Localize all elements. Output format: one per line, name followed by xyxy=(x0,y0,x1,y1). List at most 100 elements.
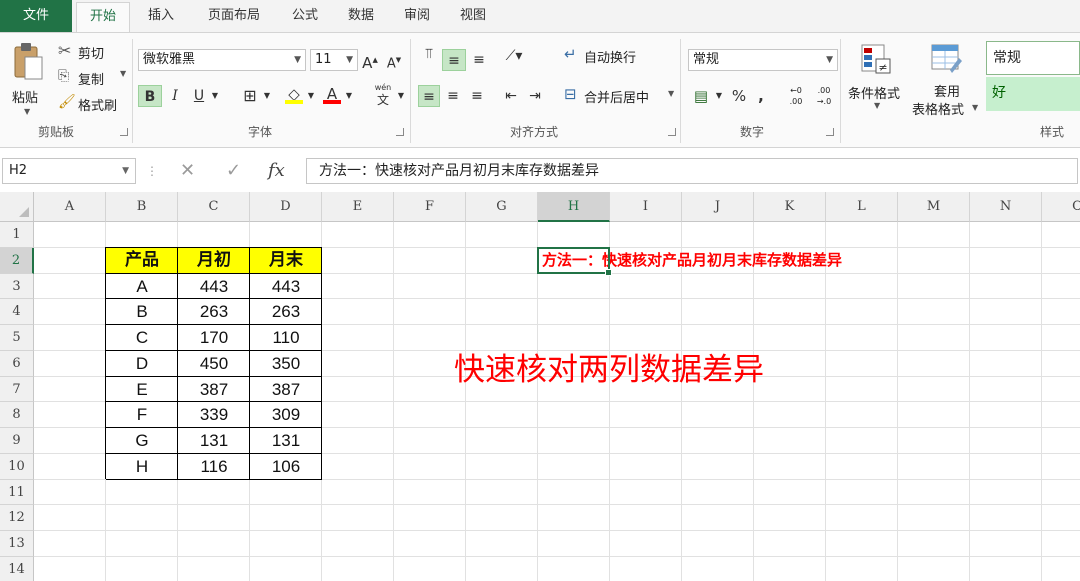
font-launcher-icon[interactable] xyxy=(396,128,404,136)
table-cell[interactable]: 309 xyxy=(250,402,322,428)
table-cell[interactable]: 106 xyxy=(250,454,322,480)
text-orientation-icon[interactable]: ⟋▾ xyxy=(500,45,528,67)
column-header-o[interactable]: O xyxy=(1042,192,1080,222)
column-header-i[interactable]: I xyxy=(610,192,682,222)
conditional-format-button[interactable]: ≠ 条件格式 ▼ xyxy=(846,39,908,119)
table-cell[interactable]: 170 xyxy=(178,325,250,351)
italic-button[interactable]: I xyxy=(164,85,186,107)
borders-dropdown-icon[interactable]: ▼ xyxy=(262,85,272,107)
decrease-indent-icon[interactable]: ⇤ xyxy=(500,85,522,107)
underline-dropdown-icon[interactable]: ▼ xyxy=(210,85,220,107)
tab-formulas[interactable]: 公式 xyxy=(282,0,328,32)
column-header-d[interactable]: D xyxy=(250,192,322,222)
borders-icon[interactable]: ⊞ xyxy=(238,85,262,107)
row-header-10[interactable]: 10 xyxy=(0,453,34,480)
format-painter-button[interactable]: 🖌 格式刷 xyxy=(56,93,132,115)
tab-insert[interactable]: 插入 xyxy=(138,0,184,32)
tab-page-layout[interactable]: 页面布局 xyxy=(196,0,272,32)
column-header-b[interactable]: B xyxy=(106,192,178,222)
column-header-l[interactable]: L xyxy=(826,192,898,222)
column-header-g[interactable]: G xyxy=(466,192,538,222)
table-header-cell[interactable]: 产品 xyxy=(106,247,178,274)
number-launcher-icon[interactable] xyxy=(826,128,834,136)
align-middle-icon[interactable]: ≡ xyxy=(442,49,466,71)
table-cell[interactable]: 339 xyxy=(178,402,250,428)
align-top-icon[interactable]: ⫪ xyxy=(418,43,440,65)
decrease-decimal-button[interactable]: .00 →.0 xyxy=(812,85,836,109)
table-cell[interactable]: 263 xyxy=(250,299,322,325)
table-header-cell[interactable]: 月初 xyxy=(178,247,250,274)
increase-indent-icon[interactable]: ⇥ xyxy=(524,85,546,107)
table-cell[interactable]: 350 xyxy=(250,351,322,377)
table-cell[interactable]: 131 xyxy=(250,428,322,454)
alignment-launcher-icon[interactable] xyxy=(668,128,676,136)
row-header-13[interactable]: 13 xyxy=(0,531,34,557)
fill-color-dropdown-icon[interactable]: ▼ xyxy=(306,85,316,107)
column-header-j[interactable]: J xyxy=(682,192,754,222)
align-center-icon[interactable]: ≡ xyxy=(442,85,464,107)
accounting-dropdown-icon[interactable]: ▼ xyxy=(714,85,724,107)
table-cell[interactable]: A xyxy=(106,274,178,300)
tab-data[interactable]: 数据 xyxy=(338,0,384,32)
row-header-12[interactable]: 12 xyxy=(0,505,34,531)
table-cell[interactable]: F xyxy=(106,402,178,428)
phonetic-guide-icon[interactable]: wén 文 xyxy=(370,83,396,109)
name-box[interactable]: H2 ▼ xyxy=(2,158,136,184)
align-right-icon[interactable]: ≡ xyxy=(466,85,488,107)
active-cell-h2[interactable] xyxy=(537,246,612,276)
align-bottom-icon[interactable]: ≡ xyxy=(468,49,490,71)
table-cell[interactable]: 387 xyxy=(250,377,322,403)
table-cell[interactable]: D xyxy=(106,351,178,377)
column-header-e[interactable]: E xyxy=(322,192,394,222)
percent-style-button[interactable]: % xyxy=(728,85,750,107)
shrink-font-button[interactable]: A▼ xyxy=(384,49,404,71)
column-header-k[interactable]: K xyxy=(754,192,826,222)
copy-button[interactable]: ⎘ 复制 ▼ xyxy=(56,67,132,89)
column-header-m[interactable]: M xyxy=(898,192,970,222)
paste-button[interactable]: 粘贴 ▼ xyxy=(8,39,48,117)
column-header-h[interactable]: H xyxy=(538,192,610,222)
table-cell[interactable]: 387 xyxy=(178,377,250,403)
table-cell[interactable]: 443 xyxy=(178,274,250,300)
table-cell[interactable]: E xyxy=(106,377,178,403)
enter-icon[interactable]: ✓ xyxy=(226,158,241,184)
style-good-cell[interactable]: 好 xyxy=(986,77,1080,111)
row-header-1[interactable]: 1 xyxy=(0,222,34,248)
table-cell[interactable]: B xyxy=(106,299,178,325)
cut-button[interactable]: ✂ 剪切 xyxy=(56,41,126,63)
table-header-cell[interactable]: 月末 xyxy=(250,247,322,274)
font-size-select[interactable]: 11 ▼ xyxy=(310,49,358,71)
underline-button[interactable]: U xyxy=(188,85,210,107)
column-header-n[interactable]: N xyxy=(970,192,1042,222)
row-header-9[interactable]: 9 xyxy=(0,428,34,454)
row-header-14[interactable]: 14 xyxy=(0,556,34,581)
align-left-icon[interactable]: ≡ xyxy=(418,85,440,107)
table-cell[interactable]: 263 xyxy=(178,299,250,325)
table-cell[interactable]: 116 xyxy=(178,454,250,480)
clipboard-launcher-icon[interactable] xyxy=(120,128,128,136)
row-header-3[interactable]: 3 xyxy=(0,273,34,300)
font-name-select[interactable]: 微软雅黑 ▼ xyxy=(138,49,306,71)
phonetic-dropdown-icon[interactable]: ▼ xyxy=(396,85,406,107)
cancel-icon[interactable]: ✕ xyxy=(180,158,195,184)
table-cell[interactable]: G xyxy=(106,428,178,454)
row-header-6[interactable]: 6 xyxy=(0,350,34,377)
column-header-f[interactable]: F xyxy=(394,192,466,222)
tab-view[interactable]: 视图 xyxy=(450,0,496,32)
number-format-select[interactable]: 常规 ▼ xyxy=(688,49,838,71)
format-as-table-button[interactable]: 套用 表格格式 ▼ xyxy=(912,39,982,119)
row-header-7[interactable]: 7 xyxy=(0,376,34,403)
font-color-dropdown-icon[interactable]: ▼ xyxy=(344,85,354,107)
bold-button[interactable]: B xyxy=(138,85,162,107)
wrap-text-button[interactable]: ↵ 自动换行 xyxy=(562,45,662,67)
insert-function-icon[interactable]: fx xyxy=(268,158,285,184)
row-header-8[interactable]: 8 xyxy=(0,402,34,428)
table-cell[interactable]: 131 xyxy=(178,428,250,454)
increase-decimal-button[interactable]: ←0 .00 xyxy=(784,85,808,109)
table-cell[interactable]: 443 xyxy=(250,274,322,300)
table-cell[interactable]: 450 xyxy=(178,351,250,377)
fill-color-icon[interactable]: ◇ xyxy=(282,83,306,105)
row-header-11[interactable]: 11 xyxy=(0,479,34,506)
tab-home[interactable]: 开始 xyxy=(76,2,130,32)
select-all-corner[interactable] xyxy=(0,192,34,222)
